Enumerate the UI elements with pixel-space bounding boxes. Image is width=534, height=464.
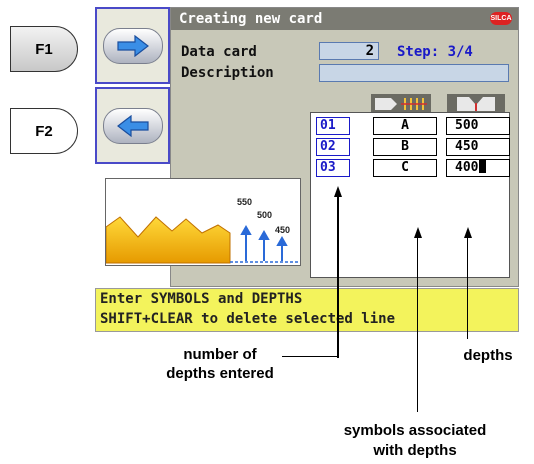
forward-button[interactable]	[95, 7, 170, 84]
row-symbol[interactable]: B	[373, 138, 437, 156]
f2-label: F2	[35, 122, 53, 140]
arrow-right-icon	[102, 27, 163, 64]
callout-symbols: symbols associated with depths	[343, 422, 487, 459]
callout-line-number-h	[282, 356, 339, 357]
f1-label: F1	[35, 40, 53, 58]
callout-depths-entered: number of depths entered	[166, 346, 274, 382]
description-field[interactable]	[319, 64, 509, 82]
key-profile-icon	[105, 216, 300, 264]
brand-logo: SILCA	[490, 12, 512, 25]
f2-key[interactable]: F2	[10, 108, 78, 154]
callout-arrow-depths	[464, 227, 472, 238]
data-card-label: Data card	[181, 44, 257, 60]
row-depth-selected[interactable]: 400	[446, 159, 510, 177]
back-button[interactable]	[95, 87, 170, 164]
preview-label: 500	[257, 210, 273, 220]
message-line-1: Enter SYMBOLS and DEPTHS	[100, 291, 303, 307]
row-number[interactable]: 02	[316, 138, 350, 156]
arrow-left-icon	[102, 107, 163, 144]
description-label: Description	[181, 65, 274, 81]
symbol-column-icon	[371, 94, 431, 114]
row-depth-value: 400	[455, 160, 479, 175]
preview-label: 550	[237, 197, 253, 207]
callout-arrow-symbols	[414, 227, 422, 238]
title-bar: Creating new card SILCA	[171, 8, 518, 30]
step-indicator: Step: 3/4	[397, 44, 473, 60]
row-symbol[interactable]: C	[373, 159, 437, 177]
callout-line-symbols	[417, 237, 418, 412]
f1-key[interactable]: F1	[10, 26, 78, 72]
depth-column-icon	[447, 94, 505, 114]
screen-title: Creating new card	[179, 11, 323, 27]
key-preview: 550 500 450	[105, 178, 301, 266]
row-depth[interactable]: 500	[446, 117, 510, 135]
callout-depths: depths	[463, 347, 513, 364]
data-card-field[interactable]: 2	[319, 42, 379, 60]
row-number[interactable]: 01	[316, 117, 350, 135]
text-cursor	[479, 160, 487, 173]
message-line-2: SHIFT+CLEAR to delete selected line	[100, 311, 396, 327]
row-number[interactable]: 03	[316, 159, 350, 177]
message-bar: Enter SYMBOLS and DEPTHS SHIFT+CLEAR to …	[95, 288, 519, 332]
preview-label: 450	[275, 225, 291, 235]
row-symbol[interactable]: A	[373, 117, 437, 135]
row-depth[interactable]: 450	[446, 138, 510, 156]
callout-line-number	[337, 196, 339, 358]
callout-line-depths	[467, 237, 468, 339]
